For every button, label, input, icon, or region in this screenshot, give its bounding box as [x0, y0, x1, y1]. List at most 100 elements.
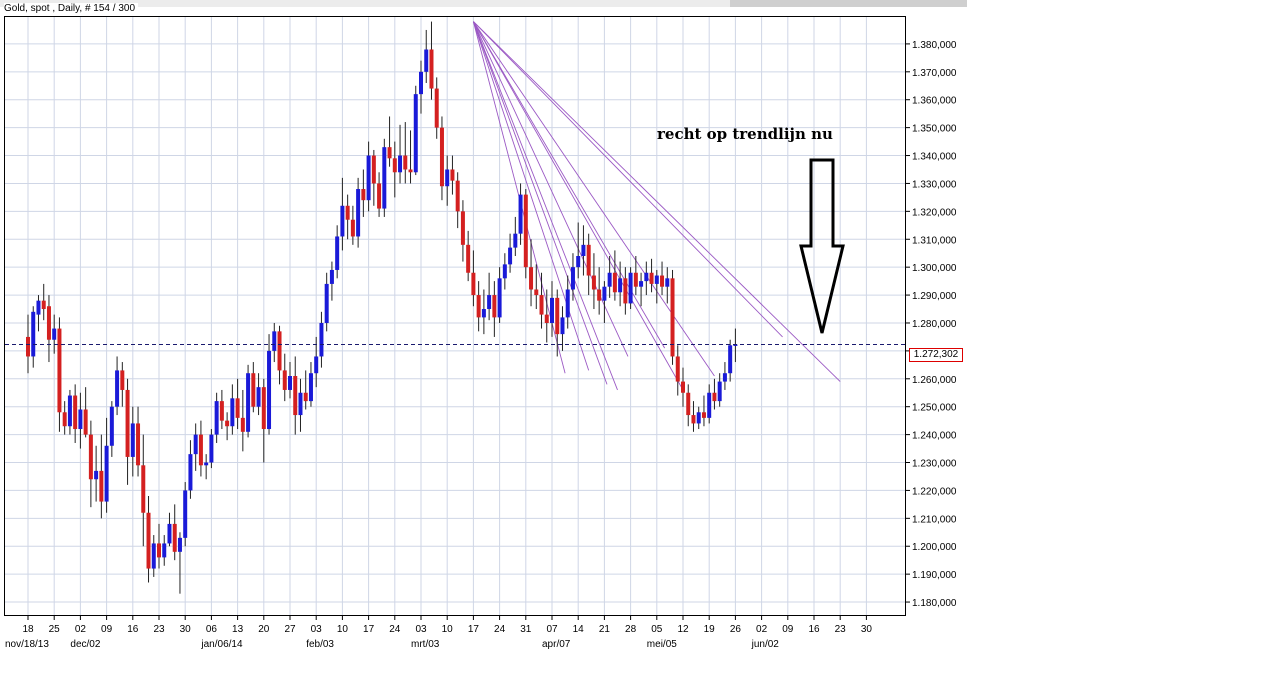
- candle-up: [52, 328, 57, 340]
- x-tick-label: 23: [153, 624, 165, 635]
- candle-up: [513, 233, 518, 248]
- candle-up: [31, 311, 36, 357]
- candle-down: [371, 155, 376, 184]
- y-tick-label: 1.200,000: [912, 542, 957, 553]
- y-tick-label: 1.300,000: [912, 263, 957, 274]
- y-tick-label: 1.250,000: [912, 403, 957, 414]
- candle-down: [172, 523, 177, 552]
- candle-up: [356, 189, 361, 237]
- candle-down: [392, 158, 397, 173]
- candle-down: [712, 392, 717, 402]
- candle-up: [366, 155, 371, 201]
- candle-up: [398, 155, 403, 173]
- candle-down: [282, 370, 287, 390]
- x-tick-label: 16: [808, 624, 820, 635]
- x-tick-label: 14: [573, 624, 585, 635]
- candle-down: [623, 278, 628, 304]
- candle-up: [628, 272, 633, 304]
- candle-up: [209, 434, 214, 463]
- candle-down: [225, 420, 230, 427]
- candle-down: [136, 423, 141, 466]
- candle-down: [434, 88, 439, 128]
- x-tick-label: 30: [180, 624, 192, 635]
- candle-down: [612, 272, 617, 293]
- candle-down: [46, 306, 51, 340]
- candle-down: [141, 465, 146, 513]
- candle-up: [183, 490, 188, 538]
- candle-up: [340, 205, 345, 237]
- candle-down: [633, 272, 638, 287]
- candle-down: [387, 147, 392, 159]
- candle-down: [701, 412, 706, 418]
- candle-down: [675, 356, 680, 382]
- candle-up: [167, 523, 172, 544]
- candle-down: [293, 376, 298, 416]
- x-tick-label: 13: [232, 624, 244, 635]
- y-tick-label: 1.290,000: [912, 291, 957, 302]
- y-tick-label: 1.340,000: [912, 152, 957, 163]
- x-tick-label: 26: [730, 624, 742, 635]
- candle-up: [665, 278, 670, 287]
- candle-down: [660, 275, 665, 287]
- candle-down: [240, 417, 245, 432]
- x-tick-label: 09: [101, 624, 113, 635]
- candle-down: [146, 512, 151, 569]
- candle-down: [591, 275, 596, 290]
- candle-up: [570, 267, 575, 290]
- candle-down: [439, 127, 444, 187]
- down-arrow-icon: [799, 158, 845, 334]
- candle-down: [471, 272, 476, 296]
- candle-up: [717, 381, 722, 402]
- candle-up: [419, 71, 423, 95]
- annotation-text: recht op trendlijn nu: [657, 125, 833, 143]
- candle-up: [151, 543, 156, 569]
- x-tick-label: 24: [494, 624, 506, 635]
- candle-up: [497, 278, 502, 318]
- fan-line: [472, 21, 618, 391]
- candle-up: [581, 244, 586, 256]
- candle-up: [707, 392, 712, 418]
- candle-down: [303, 392, 308, 402]
- candle-down: [555, 297, 560, 335]
- y-tick-label: 1.230,000: [912, 459, 957, 470]
- y-tick-label: 1.330,000: [912, 179, 957, 190]
- candle-down: [686, 392, 691, 416]
- candle-down: [691, 415, 696, 424]
- candle-up: [130, 423, 135, 457]
- candle-down: [99, 470, 104, 502]
- x-tick-label: 23: [835, 624, 847, 635]
- candle-up: [329, 269, 334, 284]
- candle-up: [115, 370, 120, 407]
- x-tick-label: 25: [49, 624, 61, 635]
- chart-window: Gold, spot , Daily, # 154 / 300 1.180,00…: [0, 0, 967, 652]
- candle-down: [529, 267, 534, 290]
- candle-down: [476, 295, 481, 318]
- x-tick-label: 06: [206, 624, 218, 635]
- candle-up: [288, 376, 292, 390]
- candle-down: [403, 155, 408, 170]
- x-month-label: apr/07: [542, 639, 571, 650]
- x-tick-label: 19: [704, 624, 716, 635]
- candlestick-chart[interactable]: 1.180,000 1.190,000 1.200,000 1.210,000 1.22…: [0, 0, 967, 652]
- candle-up: [67, 395, 72, 427]
- y-tick-label: 1.260,000: [912, 375, 957, 386]
- x-tick-label: 21: [599, 624, 611, 635]
- x-tick-label: 17: [468, 624, 480, 635]
- x-tick-label: 31: [520, 624, 532, 635]
- x-tick-label: 27: [284, 624, 296, 635]
- x-month-label: jun/02: [751, 639, 780, 650]
- candle-down: [235, 398, 240, 418]
- x-tick-label: 24: [389, 624, 401, 635]
- candle-up: [654, 275, 659, 284]
- candle-up: [162, 543, 167, 558]
- x-tick-label: 28: [625, 624, 637, 635]
- y-tick-label: 1.210,000: [912, 514, 957, 525]
- candle-up: [550, 297, 554, 323]
- x-tick-label: 10: [442, 624, 454, 635]
- candle-up: [639, 281, 644, 287]
- candle-up: [602, 286, 607, 301]
- candle-up: [618, 278, 623, 293]
- candle-down: [455, 180, 460, 212]
- candle-down: [539, 295, 544, 315]
- current-price-tag: 1.272,302: [909, 348, 963, 362]
